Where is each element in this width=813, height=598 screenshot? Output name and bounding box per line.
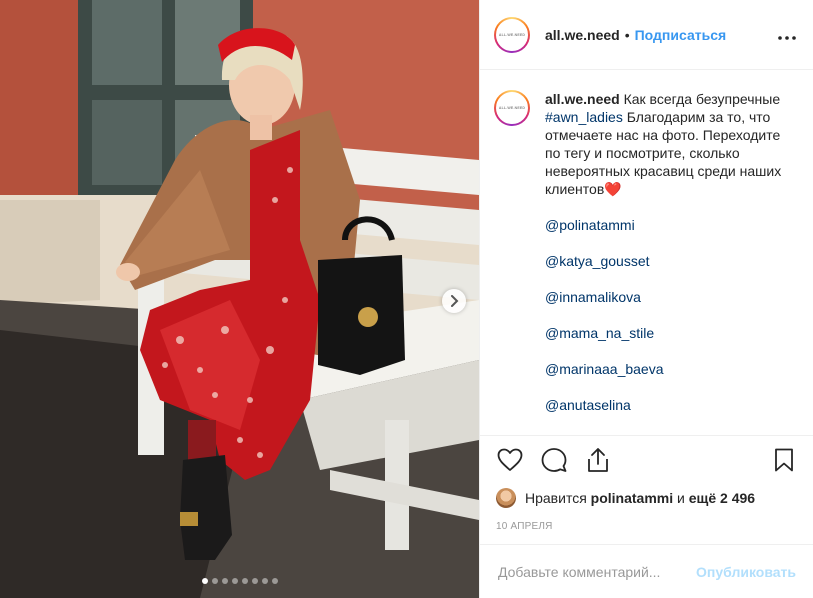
carousel-dot bbox=[271, 578, 278, 584]
carousel-next-button[interactable] bbox=[442, 289, 466, 313]
liker-avatar[interactable] bbox=[496, 488, 516, 508]
avatar-logo-text: ALL.WE.NEED bbox=[496, 92, 528, 124]
follow-button[interactable]: Подписаться bbox=[635, 27, 727, 43]
mention-link[interactable]: @polinatammi bbox=[545, 216, 798, 234]
post-header: ALL.WE.NEED all.we.need • Подписаться bbox=[480, 0, 813, 70]
post-side-panel: ALL.WE.NEED all.we.need • Подписаться AL… bbox=[479, 0, 813, 598]
account-username-link[interactable]: all.we.need bbox=[545, 27, 620, 43]
mentions-list: @polinatammi @katya_gousset @innamalikov… bbox=[545, 216, 798, 414]
mention-link[interactable]: @innamalikova bbox=[545, 288, 798, 306]
mention-link[interactable]: @mama_na_stile bbox=[545, 324, 798, 342]
caption-username-link[interactable]: all.we.need bbox=[545, 91, 620, 107]
carousel-dot bbox=[211, 578, 218, 584]
heart-icon bbox=[497, 448, 523, 471]
post-actions bbox=[480, 435, 813, 483]
comment-button[interactable] bbox=[540, 446, 568, 474]
likes-prefix: Нравится bbox=[525, 490, 587, 506]
carousel-dot bbox=[241, 578, 248, 584]
comment-bubble-icon bbox=[541, 447, 567, 472]
likes-summary: Нравится polinatammi и ещё 2 496 bbox=[496, 488, 755, 508]
likes-count-link[interactable]: ещё 2 496 bbox=[689, 490, 755, 506]
carousel-dot bbox=[261, 578, 268, 584]
heart-emoji: ❤️ bbox=[604, 181, 622, 197]
carousel-dot bbox=[221, 578, 228, 584]
carousel-dot bbox=[231, 578, 238, 584]
bookmark-icon bbox=[775, 448, 793, 471]
like-button[interactable] bbox=[496, 446, 524, 474]
share-button[interactable] bbox=[584, 446, 612, 474]
publish-comment-button[interactable]: Опубликовать bbox=[696, 564, 796, 580]
more-options-button[interactable] bbox=[777, 29, 797, 40]
carousel-dot bbox=[201, 578, 208, 584]
carousel-dot bbox=[251, 578, 258, 584]
avatar-logo-text: ALL.WE.NEED bbox=[496, 18, 528, 51]
save-button[interactable] bbox=[770, 446, 798, 474]
add-comment-form: Опубликовать bbox=[480, 544, 813, 598]
chevron-right-icon bbox=[451, 295, 459, 307]
account-avatar[interactable]: ALL.WE.NEED bbox=[494, 16, 530, 53]
share-upload-icon bbox=[588, 447, 608, 472]
liker-username-link[interactable]: polinatammi bbox=[591, 490, 673, 506]
mention-link[interactable]: @anutaselina bbox=[545, 396, 798, 414]
post-caption: ALL.WE.NEED all.we.need Как всегда безуп… bbox=[480, 70, 813, 435]
comment-input[interactable] bbox=[498, 563, 687, 580]
caption-text-part: Как всегда безупречные bbox=[623, 91, 781, 107]
likes-conj: и bbox=[677, 490, 685, 506]
post-date[interactable]: 10 АПРЕЛЯ bbox=[496, 521, 553, 532]
caption-text: all.we.need Как всегда безупречные #awn_… bbox=[545, 90, 798, 432]
hashtag-link[interactable]: #awn_ladies bbox=[545, 109, 623, 125]
photo-image bbox=[0, 0, 479, 598]
post-photo[interactable] bbox=[0, 0, 479, 598]
header-separator: • bbox=[624, 26, 630, 43]
carousel-indicator bbox=[0, 578, 479, 584]
mention-link[interactable]: @katya_gousset bbox=[545, 252, 798, 270]
more-horizontal-icon bbox=[778, 36, 796, 40]
mention-link[interactable]: @marinaaa_baeva bbox=[545, 360, 798, 378]
caption-avatar[interactable]: ALL.WE.NEED bbox=[494, 90, 530, 126]
